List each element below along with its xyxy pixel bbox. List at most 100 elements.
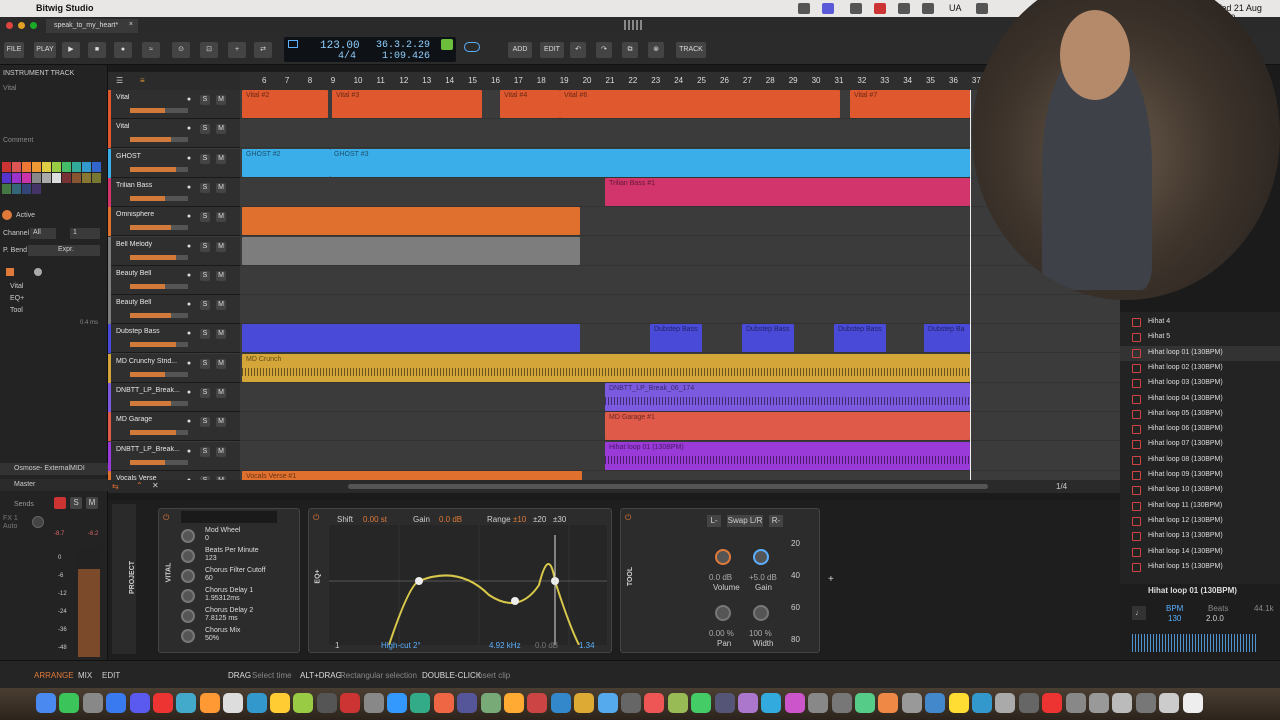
edit-button[interactable]: EDIT — [540, 42, 564, 58]
status-icon-6[interactable] — [922, 3, 934, 14]
track-header[interactable]: Beauty Bell ● S M — [108, 265, 240, 295]
color-swatch[interactable] — [12, 162, 21, 172]
record-arm-icon[interactable]: ● — [184, 124, 194, 134]
channel-number[interactable]: 1 — [70, 228, 100, 239]
track-name[interactable]: Vital — [116, 94, 188, 101]
eq-q[interactable]: 1.34 — [579, 641, 595, 650]
param-knob[interactable] — [181, 569, 195, 583]
mute-button[interactable]: M — [86, 497, 98, 509]
track-volume-slider[interactable] — [130, 283, 188, 289]
metronome-icon[interactable] — [288, 40, 298, 48]
clip[interactable]: Vital #2 — [242, 90, 328, 118]
track-volume-slider[interactable] — [130, 254, 188, 260]
edit-tab[interactable]: EDIT — [102, 671, 120, 680]
track-header[interactable]: Bell Melody ● S M — [108, 236, 240, 266]
scroll-left-icon[interactable]: ⇆ — [112, 482, 119, 491]
output-routing[interactable]: Osmose- ExternalMIDI — [0, 463, 108, 475]
track-name[interactable]: Beauty Bell — [116, 270, 188, 277]
browser-item[interactable]: Hihat loop 13 (130BPM) — [1120, 529, 1280, 544]
mix-tab[interactable]: MIX — [78, 671, 92, 680]
device-item-tool[interactable]: Tool — [10, 307, 23, 314]
add-button[interactable]: ADD — [508, 42, 532, 58]
dock-app-icon[interactable] — [153, 693, 173, 713]
mute-button[interactable]: M — [216, 241, 226, 252]
track-header[interactable]: Trilian Bass ● S M — [108, 177, 240, 207]
color-swatch[interactable] — [12, 173, 21, 183]
param-entry[interactable]: Beats Per Minute 123 — [205, 547, 259, 563]
color-swatch[interactable] — [52, 162, 61, 172]
track-volume-slider[interactable] — [130, 195, 188, 201]
color-swatch[interactable] — [92, 162, 101, 172]
snap-icon[interactable]: ⌃ — [136, 481, 143, 490]
pan-knob[interactable] — [715, 605, 731, 621]
solo-button[interactable]: S — [200, 124, 210, 135]
browser-item[interactable]: Hihat 5 — [1120, 330, 1280, 345]
color-swatch[interactable] — [62, 162, 71, 172]
dock-app-icon[interactable] — [387, 693, 407, 713]
pbend-select[interactable]: Expr. — [28, 245, 100, 256]
mute-button[interactable]: M — [216, 417, 226, 428]
solo-button[interactable]: S — [200, 153, 210, 164]
dock-app-icon[interactable] — [738, 693, 758, 713]
record-arm-icon[interactable]: ● — [184, 183, 194, 193]
tool-right-button[interactable]: R- — [769, 515, 783, 527]
param-entry[interactable]: Chorus Mix 50% — [205, 627, 240, 643]
gain-knob[interactable] — [753, 549, 769, 565]
track-name[interactable]: Trilian Bass — [116, 182, 188, 189]
dock-app-icon[interactable] — [176, 693, 197, 713]
dock-app-icon[interactable] — [223, 693, 244, 713]
dock-app-icon[interactable] — [644, 693, 665, 713]
dock-app-icon[interactable] — [270, 693, 290, 713]
record-arm-icon[interactable]: ● — [184, 300, 194, 310]
device-item-vital[interactable]: Vital — [10, 283, 24, 290]
param-entry[interactable]: Mod Wheel 0 — [205, 527, 240, 543]
color-swatch[interactable] — [2, 184, 11, 194]
track-lane[interactable]: MD Garage #1 — [240, 412, 1120, 442]
color-swatch[interactable] — [32, 184, 41, 194]
status-icon-2[interactable] — [822, 3, 834, 14]
close-tab-icon[interactable]: × — [129, 21, 133, 28]
dock-app-icon[interactable] — [691, 693, 712, 713]
record-arm-icon[interactable]: ● — [184, 212, 194, 222]
status-icon-1[interactable] — [798, 3, 810, 14]
add-icon[interactable]: + — [228, 42, 246, 58]
param-knob[interactable] — [181, 629, 195, 643]
dock-app-icon[interactable] — [480, 693, 501, 713]
status-icon-3[interactable] — [850, 3, 862, 14]
track-header[interactable]: DNBTT_LP_Break... ● S M — [108, 441, 240, 471]
dock-app-icon[interactable] — [1182, 693, 1203, 713]
record-arm-icon[interactable]: ● — [184, 95, 194, 105]
clip[interactable]: Dubstep Ba — [924, 324, 970, 353]
mute-button[interactable]: M — [216, 270, 226, 281]
track-header[interactable]: Dubstep Bass ● S M — [108, 324, 240, 354]
arrange-tab[interactable]: ARRANGE — [34, 671, 74, 680]
dock-app-icon[interactable] — [363, 693, 384, 713]
clip[interactable]: Dubstep Bass — [834, 324, 886, 353]
width-knob[interactable] — [753, 605, 769, 621]
track-name[interactable]: Beauty Bell — [116, 299, 188, 306]
dock-app-icon[interactable] — [199, 693, 220, 713]
track-volume-slider[interactable] — [130, 459, 188, 465]
mute-button[interactable]: M — [216, 124, 226, 135]
mute-button[interactable]: M — [216, 95, 226, 105]
record-arm-icon[interactable]: ● — [184, 447, 194, 457]
eq-range-10[interactable]: ±10 — [513, 515, 526, 524]
track-name[interactable]: GHOST — [116, 153, 188, 160]
solo-button[interactable]: S — [200, 417, 210, 428]
track-button[interactable]: TRACK — [676, 42, 706, 58]
dock-app-icon[interactable] — [433, 693, 454, 713]
clip[interactable]: Vocals Verse #1 — [242, 470, 582, 480]
color-swatch[interactable] — [42, 162, 51, 172]
track-name[interactable]: Dubstep Bass — [116, 328, 188, 335]
color-swatch[interactable] — [32, 173, 41, 183]
solo-button[interactable]: S — [200, 182, 210, 193]
track-lane[interactable]: Dubstep Bass Dubstep Bass Dubstep Bass Dubs… — [240, 324, 1120, 354]
dock-app-icon[interactable] — [574, 693, 595, 713]
track-name[interactable]: MD Garage — [116, 416, 188, 423]
dock-app-icon[interactable] — [1135, 693, 1156, 713]
eq-band-2-handle[interactable] — [511, 597, 519, 605]
record-arm-icon[interactable]: ● — [184, 417, 194, 427]
clip[interactable]: Vital #4 — [500, 90, 560, 118]
track-name[interactable]: DNBTT_LP_Break... — [116, 387, 188, 394]
dock-app-icon[interactable] — [855, 693, 875, 713]
